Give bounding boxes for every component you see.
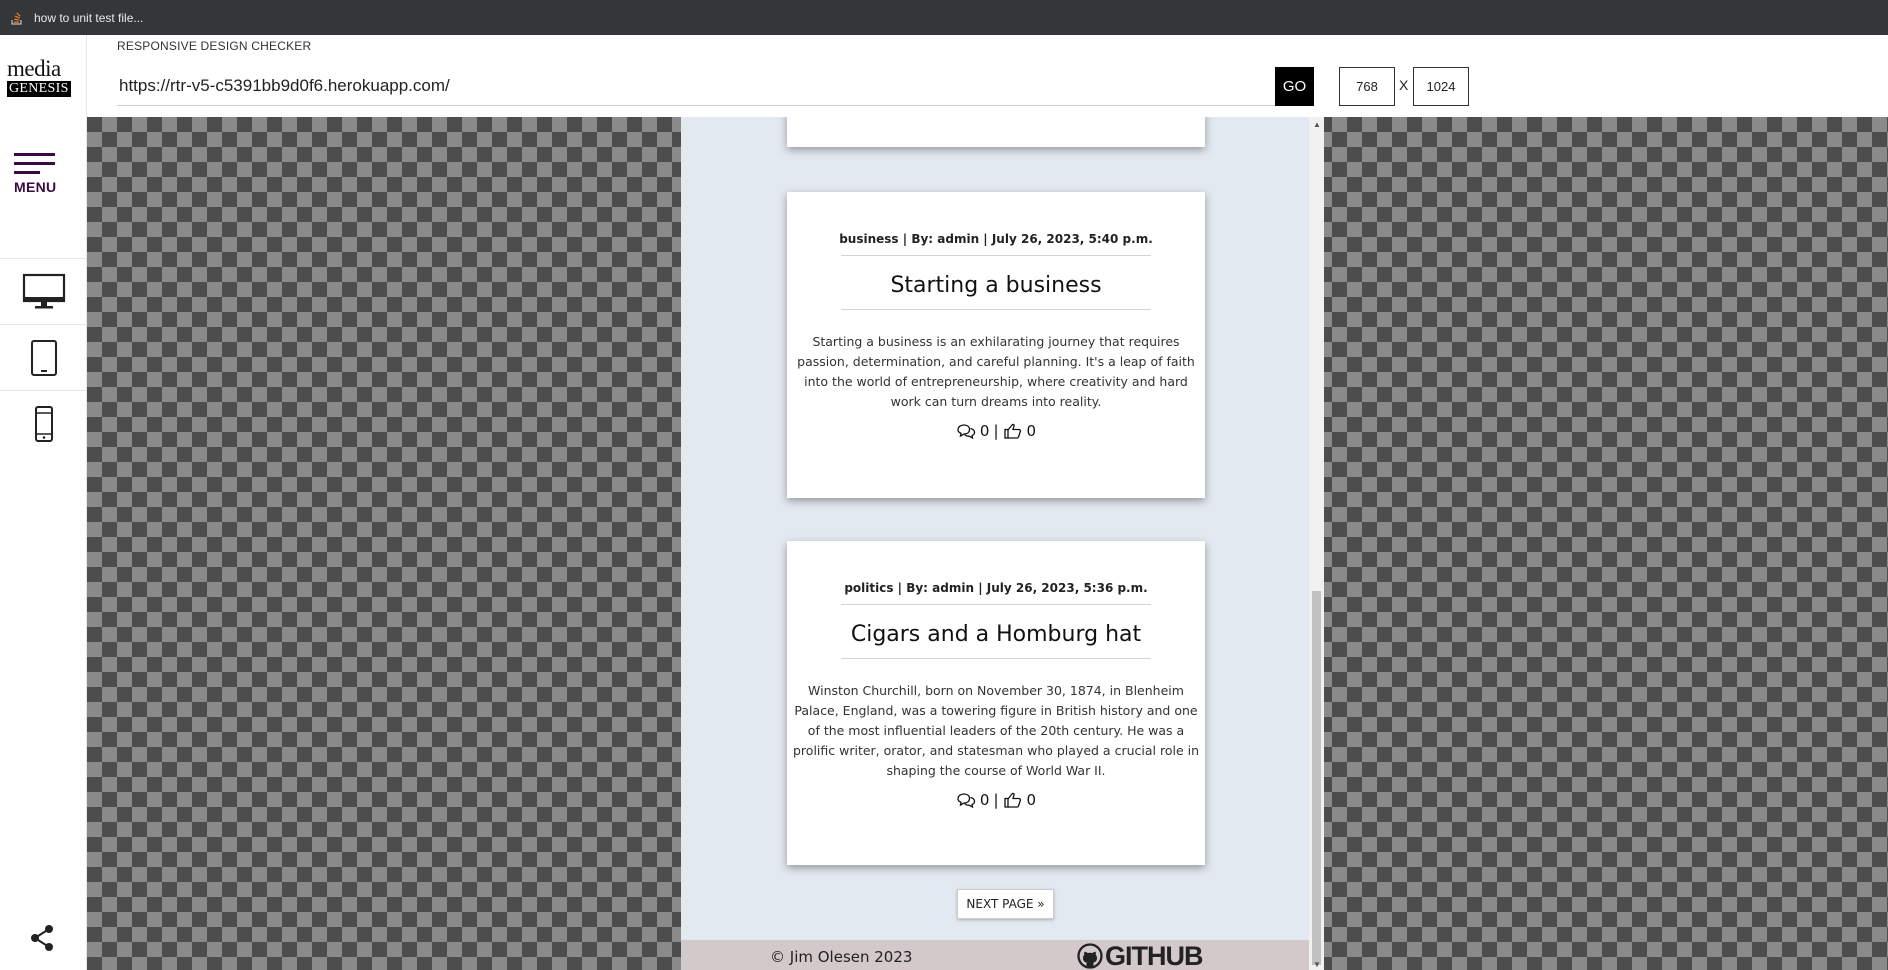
desktop-icon [22, 273, 65, 308]
post-excerpt: Winston Churchill, born on November 30, … [793, 683, 1199, 778]
github-icon [1077, 943, 1103, 969]
browser-tab[interactable]: how to unit test file... [10, 7, 143, 29]
previous-post-card [787, 117, 1205, 147]
dimension-separator: X [1399, 77, 1409, 93]
post-title[interactable]: Starting a business [787, 256, 1205, 309]
post-excerpt: Starting a business is an exhilarating j… [797, 334, 1195, 409]
tablet-icon [30, 339, 57, 376]
height-input[interactable] [1413, 67, 1469, 106]
preview-scrollbar[interactable]: ▲ ▼ [1309, 117, 1324, 970]
post-card: business | By: admin | July 26, 2023, 5:… [787, 192, 1205, 498]
next-page-button[interactable]: NEXT PAGE » [957, 889, 1054, 919]
site-footer: © Jim Olesen 2023 GITHUB [681, 940, 1309, 970]
post-stats: 0 | 0 [787, 791, 1205, 809]
menu-label: MENU [14, 179, 57, 195]
comment-count: 0 [979, 422, 990, 440]
like-count: 0 [1026, 791, 1037, 809]
scroll-up-arrow-icon[interactable]: ▲ [1313, 120, 1321, 129]
hamburger-icon [14, 153, 60, 174]
share-icon [31, 925, 53, 951]
desktop-view-button[interactable] [0, 258, 87, 324]
post-meta: politics | By: admin | July 26, 2023, 5:… [844, 581, 1148, 595]
sidebar: media GENESIS MENU [0, 35, 87, 970]
go-button[interactable]: GO [1275, 67, 1314, 106]
browser-tab-bar: how to unit test file... [0, 0, 1888, 35]
tab-title: how to unit test file... [34, 11, 144, 25]
logo-top-text: media [7, 56, 61, 81]
stats-separator: | [993, 791, 999, 809]
github-label: GITHUB [1105, 940, 1203, 970]
share-button[interactable] [28, 923, 56, 953]
post-title[interactable]: Cigars and a Homburg hat [787, 605, 1205, 658]
tablet-view-button[interactable] [0, 324, 87, 390]
scrollbar-thumb[interactable] [1312, 591, 1321, 965]
thumbs-up-icon [1003, 423, 1021, 439]
logo-bottom-text: GENESIS [7, 81, 71, 97]
phone-icon [34, 405, 53, 442]
footer-copyright: © Jim Olesen 2023 [770, 948, 913, 966]
page-title: RESPONSIVE DESIGN CHECKER [117, 39, 312, 53]
post-card: politics | By: admin | July 26, 2023, 5:… [787, 541, 1205, 865]
post-stats: 0 | 0 [787, 422, 1205, 440]
thumbs-up-icon [1003, 792, 1021, 808]
stats-separator: | [993, 422, 999, 440]
like-count: 0 [1026, 422, 1037, 440]
comments-icon [957, 793, 976, 808]
comment-count: 0 [979, 791, 990, 809]
menu-button[interactable]: MENU [14, 153, 60, 203]
stackoverflow-icon [11, 12, 22, 25]
media-genesis-logo[interactable]: media GENESIS [7, 56, 73, 99]
github-link[interactable]: GITHUB [1077, 940, 1203, 970]
device-preview-frame[interactable]: business | By: admin | July 26, 2023, 5:… [681, 117, 1324, 970]
phone-view-button[interactable] [0, 390, 87, 456]
url-input[interactable] [117, 67, 1275, 106]
post-meta: business | By: admin | July 26, 2023, 5:… [839, 232, 1153, 246]
scroll-down-arrow-icon[interactable]: ▼ [1313, 960, 1321, 969]
width-input[interactable] [1339, 67, 1395, 106]
comments-icon [957, 424, 976, 439]
